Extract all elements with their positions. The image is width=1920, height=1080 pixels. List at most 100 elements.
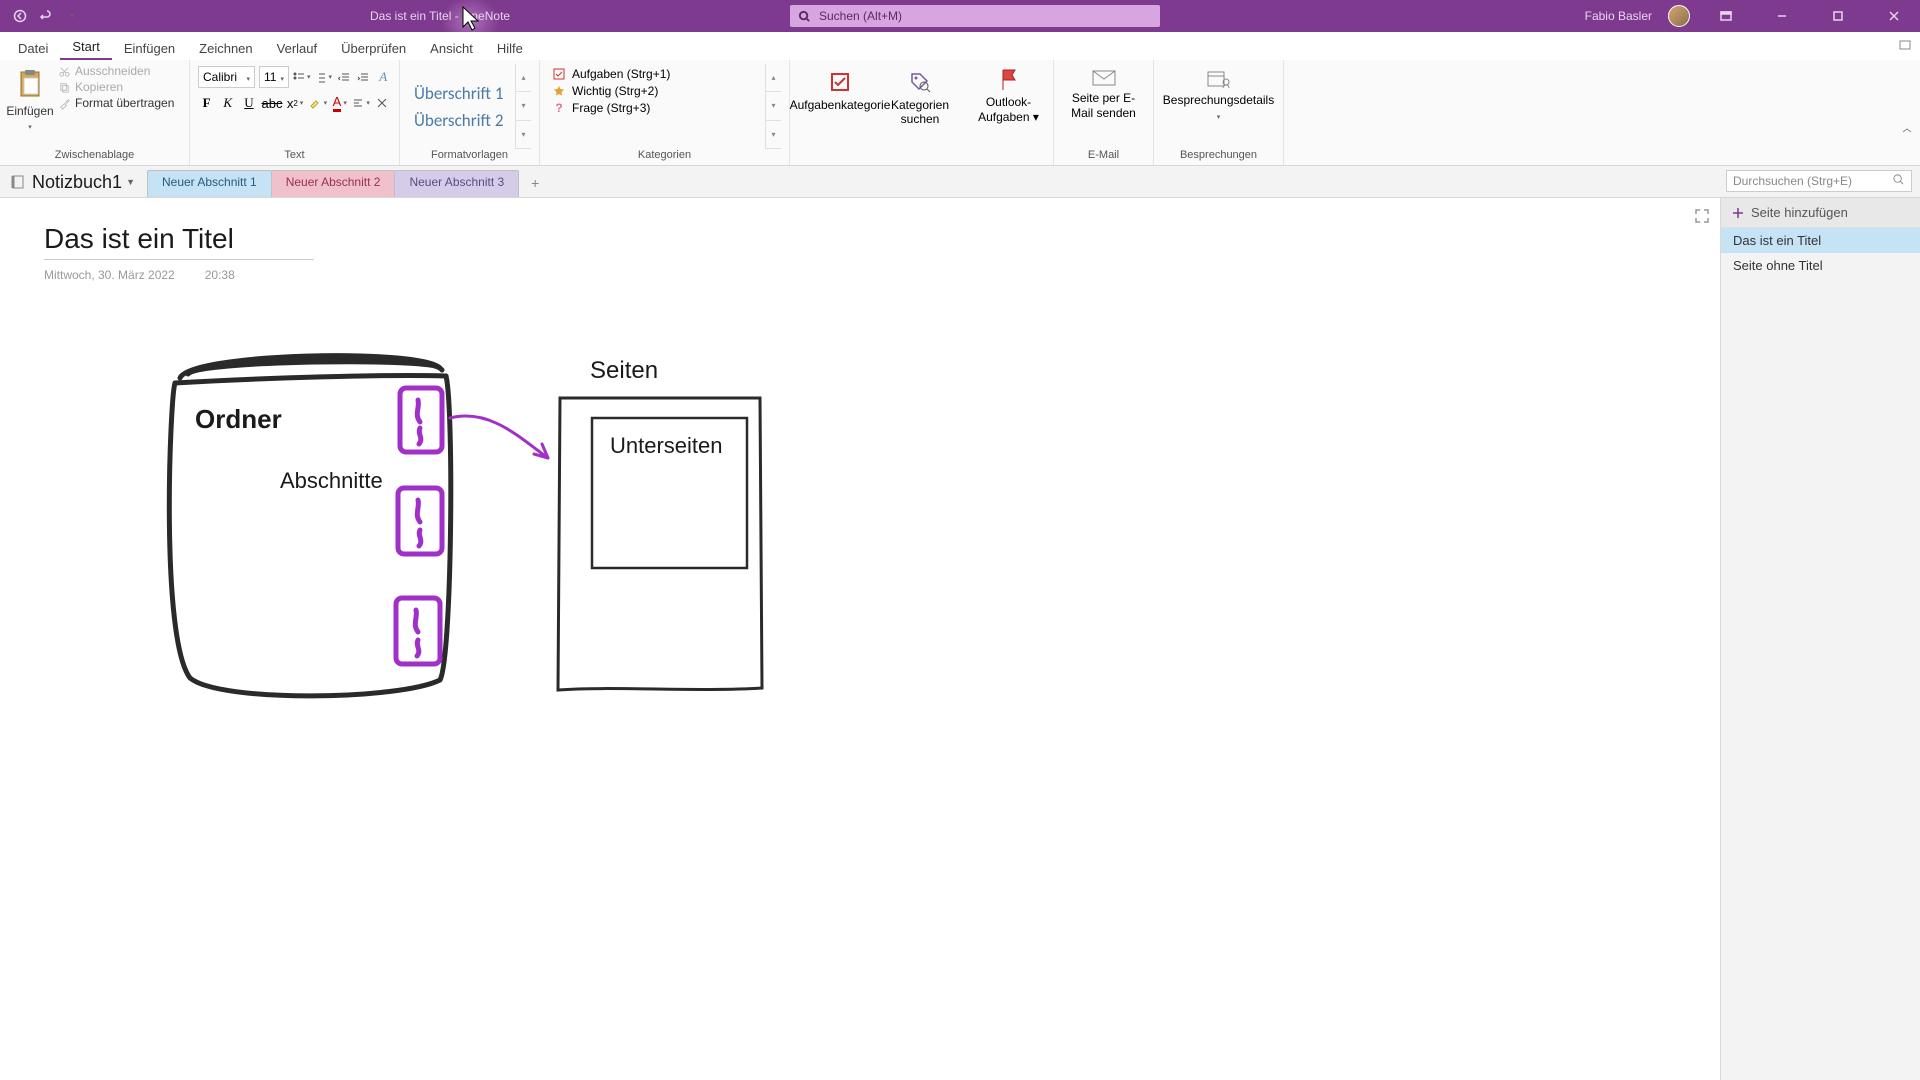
outlook-tasks-button[interactable]: Outlook-Aufgaben ▾ [972, 64, 1045, 149]
tags-spinner[interactable]: ▴▾▾ [765, 64, 781, 149]
tab-ansicht[interactable]: Ansicht [418, 36, 485, 60]
font-size-combo[interactable]: 11 [259, 66, 289, 88]
highlight-button[interactable] [308, 92, 328, 114]
search-placeholder: Suchen (Alt+M) [819, 9, 902, 23]
star-icon [552, 84, 566, 98]
bold-button[interactable]: F [198, 92, 215, 114]
styles-spinner[interactable]: ▴▾▾ [515, 64, 531, 149]
ribbon-display-options[interactable] [1706, 0, 1746, 32]
format-painter-button[interactable]: Format übertragen [58, 96, 174, 110]
tab-verlauf[interactable]: Verlauf [265, 36, 329, 60]
qat-more-icon[interactable] [62, 6, 82, 26]
paste-button[interactable]: Einfügen [8, 64, 52, 149]
section-tabs: Neuer Abschnitt 1 Neuer Abschnitt 2 Neue… [147, 170, 548, 197]
tell-me-search[interactable]: Suchen (Alt+M) [790, 5, 1160, 27]
tab-zeichnen[interactable]: Zeichnen [187, 36, 264, 60]
flag-icon [998, 68, 1020, 92]
ribbon-tabs: Datei Start Einfügen Zeichnen Verlauf Üb… [0, 32, 1920, 60]
clear-format-button[interactable]: A [375, 66, 391, 88]
ribbon: Einfügen Ausschneiden Kopieren Format üb… [0, 60, 1920, 166]
page-title[interactable]: Das ist ein Titel [44, 223, 314, 260]
add-section-button[interactable]: + [522, 170, 548, 196]
page-meta: Mittwoch, 30. März 2022 20:38 [44, 268, 235, 282]
copy-button: Kopieren [58, 80, 174, 94]
envelope-icon [1091, 68, 1117, 88]
section-tab-2[interactable]: Neuer Abschnitt 2 [271, 170, 396, 197]
find-tags-button[interactable]: Kategorien suchen [884, 64, 956, 149]
group-label-text: Text [198, 149, 391, 163]
numbering-button[interactable] [314, 66, 332, 88]
tab-ueberpruefen[interactable]: Überprüfen [329, 36, 418, 60]
collapse-ribbon-icon[interactable] [1900, 123, 1914, 141]
tag-todo[interactable]: Aufgaben (Strg+1) [548, 66, 765, 82]
label-unterseiten: Unterseiten [610, 433, 723, 458]
page-time: 20:38 [205, 268, 235, 282]
fullpage-icon[interactable] [1694, 208, 1710, 229]
group-label-meetings: Besprechungen [1162, 149, 1275, 163]
indent-button[interactable] [356, 66, 372, 88]
group-styles: Überschrift 1 Überschrift 2 ▴▾▾ Formatvo… [400, 60, 540, 165]
email-page-button[interactable]: Seite per E-Mail senden [1062, 64, 1145, 149]
font-name-combo[interactable]: Calibri [198, 66, 255, 88]
minimize-button[interactable] [1762, 0, 1802, 32]
tab-einfuegen[interactable]: Einfügen [112, 36, 187, 60]
align-button[interactable] [352, 92, 370, 114]
page-item-2[interactable]: Seite ohne Titel [1721, 253, 1920, 278]
underline-button[interactable]: U [240, 92, 257, 114]
group-label-styles: Formatvorlagen [408, 149, 531, 163]
ink-drawing: Ordner Abschnitte Seiten Unterseiten [140, 308, 860, 768]
ribbon-mode-icon[interactable] [1898, 38, 1912, 55]
meeting-details-button[interactable]: Besprechungsdetails [1162, 64, 1275, 149]
notebook-icon[interactable] [10, 174, 26, 190]
strike-button[interactable]: abc [262, 92, 283, 114]
tab-hilfe[interactable]: Hilfe [485, 36, 535, 60]
close-button[interactable] [1874, 0, 1914, 32]
notebook-bar: Notizbuch1 ▼ Neuer Abschnitt 1 Neuer Abs… [0, 166, 1920, 198]
checkbox-large-icon [829, 71, 851, 93]
bullets-button[interactable] [293, 66, 311, 88]
group-clipboard: Einfügen Ausschneiden Kopieren Format üb… [0, 60, 190, 165]
window-title: Das ist ein Titel - OneNote [370, 9, 510, 23]
outdent-button[interactable] [336, 66, 352, 88]
notebook-dropdown-icon[interactable]: ▼ [126, 177, 135, 187]
back-icon[interactable] [10, 6, 30, 26]
label-abschnitte: Abschnitte [280, 468, 383, 493]
page-date: Mittwoch, 30. März 2022 [44, 268, 175, 282]
cut-button: Ausschneiden [58, 64, 174, 78]
avatar[interactable] [1668, 5, 1690, 27]
font-color-button[interactable]: A [331, 92, 348, 114]
titlebar: Das ist ein Titel - OneNote Suchen (Alt+… [0, 0, 1920, 32]
group-text: Calibri 11 A F K U abc x2 A Text [190, 60, 400, 165]
task-category-button[interactable]: Aufgabenkategorie [798, 64, 882, 149]
section-tab-3[interactable]: Neuer Abschnitt 3 [394, 170, 519, 197]
group-meetings: Besprechungsdetails Besprechungen [1154, 60, 1284, 165]
user-name[interactable]: Fabio Basler [1585, 9, 1652, 23]
add-page-button[interactable]: Seite hinzufügen [1721, 198, 1920, 228]
section-tab-1[interactable]: Neuer Abschnitt 1 [147, 170, 272, 197]
group-email: Seite per E-Mail senden E-Mail [1054, 60, 1154, 165]
highlighter-icon [308, 96, 322, 110]
nb-search-placeholder: Durchsuchen (Strg+E) [1733, 174, 1852, 188]
titlebar-right: Fabio Basler [1585, 0, 1920, 32]
doc-title-text: Das ist ein Titel [370, 9, 451, 23]
notebook-search[interactable]: Durchsuchen (Strg+E) [1726, 170, 1912, 192]
subscript-button[interactable]: x2 [286, 92, 303, 114]
italic-button[interactable]: K [219, 92, 236, 114]
maximize-button[interactable] [1818, 0, 1858, 32]
tag-important[interactable]: Wichtig (Strg+2) [548, 83, 765, 99]
main-area: Das ist ein Titel Mittwoch, 30. März 202… [0, 198, 1920, 1080]
tab-start[interactable]: Start [60, 34, 111, 60]
style-h1[interactable]: Überschrift 1 [408, 81, 515, 106]
undo-icon[interactable] [36, 6, 56, 26]
clipboard-icon [17, 68, 43, 100]
page-canvas[interactable]: Das ist ein Titel Mittwoch, 30. März 202… [0, 198, 1720, 1080]
search-icon [1892, 173, 1905, 189]
tag-question[interactable]: ?Frage (Strg+3) [548, 100, 765, 116]
page-panel: Seite hinzufügen Das ist ein Titel Seite… [1720, 198, 1920, 1080]
style-h2[interactable]: Überschrift 2 [408, 108, 515, 133]
tab-datei[interactable]: Datei [6, 36, 60, 60]
brush-icon [58, 97, 71, 110]
calendar-people-icon [1206, 68, 1232, 90]
page-item-1[interactable]: Das ist ein Titel [1721, 228, 1920, 253]
notebook-name[interactable]: Notizbuch1 [32, 172, 122, 193]
